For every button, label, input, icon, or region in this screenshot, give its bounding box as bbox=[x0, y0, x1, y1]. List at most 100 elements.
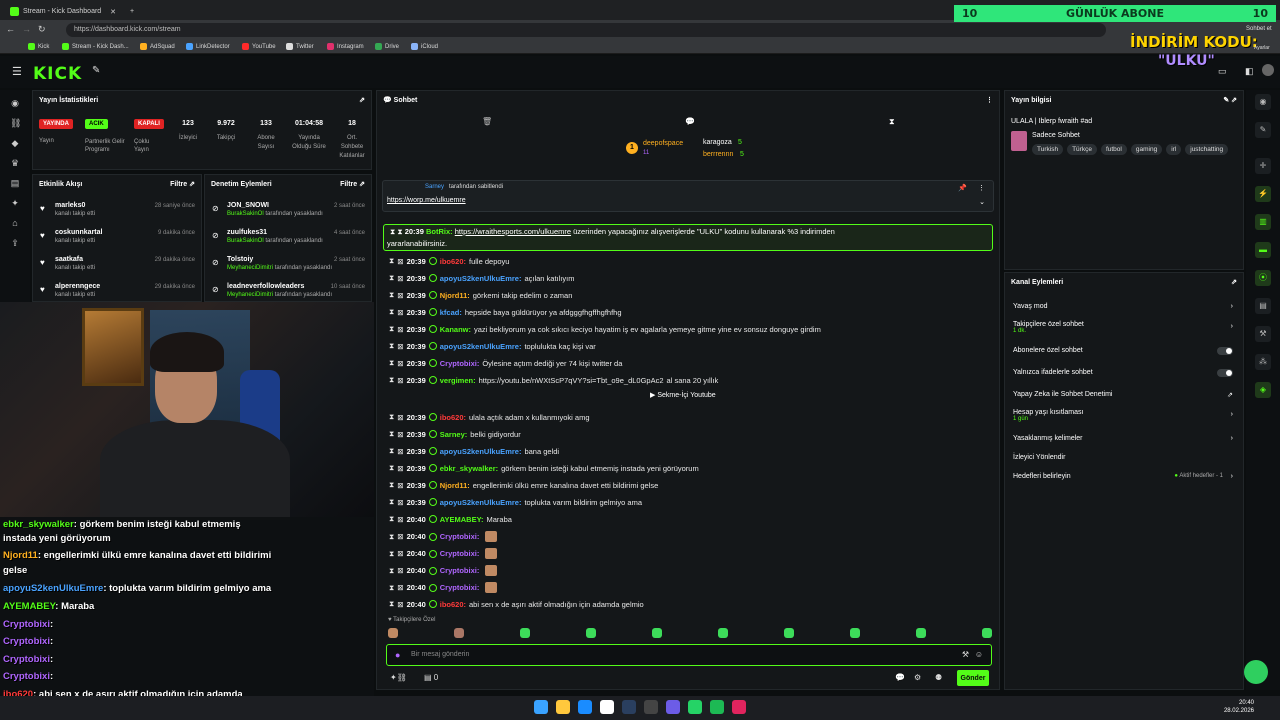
pin-icon[interactable]: ✎ bbox=[92, 65, 100, 76]
msg-user[interactable]: Cryptobixi: bbox=[440, 532, 480, 541]
chrome-icon[interactable] bbox=[600, 700, 614, 714]
send-button[interactable]: Gönder bbox=[957, 670, 989, 686]
link-icon[interactable]: ⛓ bbox=[10, 118, 21, 128]
folder-icon[interactable] bbox=[556, 700, 570, 714]
delete-icon[interactable]: ⊠ bbox=[397, 274, 403, 283]
delete-icon[interactable]: ⊠ bbox=[397, 600, 403, 609]
edge-icon[interactable] bbox=[578, 700, 592, 714]
commands-icon[interactable]: ⚒ bbox=[962, 650, 969, 659]
chat-shortcut-label[interactable]: Sohbet et bbox=[1246, 26, 1272, 32]
bookmark-icloud[interactable]: iCloud bbox=[411, 43, 438, 50]
emote-icon[interactable] bbox=[784, 628, 794, 638]
timeout-icon[interactable]: ⧗ bbox=[389, 566, 394, 576]
upload-icon[interactable]: ⇪ bbox=[10, 238, 20, 248]
timeout-icon[interactable]: ⧗ bbox=[389, 514, 394, 524]
broadcast-icon[interactable]: ⦿ bbox=[1255, 270, 1271, 286]
msg-user[interactable]: Kananw: bbox=[440, 325, 471, 334]
delete-icon[interactable]: ⊠ bbox=[397, 447, 403, 456]
edit-icon[interactable]: ✎ ⇗ bbox=[1223, 96, 1237, 104]
bookmark-dashboard[interactable]: Stream - Kick Dash... bbox=[62, 43, 129, 50]
slow-mode-row[interactable]: Yavaş mod › bbox=[1013, 303, 1237, 310]
delete-icon[interactable]: ⊠ bbox=[397, 566, 403, 575]
popout-icon[interactable]: ⇗ bbox=[359, 96, 365, 104]
layout-icon[interactable]: ▤ bbox=[1255, 298, 1271, 314]
mic-icon[interactable]: ● bbox=[395, 650, 400, 660]
msg-user[interactable]: Cryptobixi: bbox=[440, 359, 480, 368]
back-icon[interactable]: ← bbox=[6, 24, 15, 34]
trash-icon[interactable]: 🗑 bbox=[482, 117, 492, 126]
close-tab-icon[interactable]: ✕ bbox=[110, 8, 116, 16]
trophy-icon[interactable]: ♛ bbox=[10, 158, 20, 168]
timeout-icon[interactable]: ⧗ bbox=[389, 273, 394, 283]
delete-icon[interactable]: ⊠ bbox=[397, 376, 403, 385]
emoji-icon[interactable]: ☺ bbox=[975, 650, 983, 659]
bookmark-twitter[interactable]: Twitter bbox=[286, 43, 314, 50]
pinned-link[interactable]: https://worp.me/ulkuemre bbox=[387, 197, 466, 204]
game-icon[interactable]: ◈ bbox=[1255, 382, 1271, 398]
msg-user[interactable]: BotRix: bbox=[426, 227, 453, 236]
monitor-icon[interactable]: ▭ bbox=[1218, 66, 1227, 77]
stream-icon[interactable]: ◉ bbox=[10, 98, 20, 108]
timeout-icon[interactable]: ⧗ bbox=[389, 256, 394, 266]
delete-icon[interactable]: ⊠ bbox=[397, 308, 403, 317]
account-age-row[interactable]: Hesap yaşı kısıtlaması 1 gün › bbox=[1013, 409, 1237, 422]
emote-icon[interactable] bbox=[982, 628, 992, 638]
timeout-icon[interactable]: ⧗ bbox=[389, 412, 394, 422]
shield-icon[interactable]: ◆ bbox=[10, 138, 20, 148]
assistant-button[interactable] bbox=[1244, 660, 1268, 684]
bookmark-kick[interactable]: Kick bbox=[28, 43, 49, 50]
msg-user[interactable]: Sarney: bbox=[440, 430, 468, 439]
notification-icon[interactable]: ◧ bbox=[1245, 66, 1254, 77]
banned-user[interactable]: Tolstoiy bbox=[227, 256, 253, 263]
banned-words-row[interactable]: Yasaklanmış kelimeler › bbox=[1013, 435, 1237, 442]
raid-row[interactable]: İzleyici Yönlendir bbox=[1013, 454, 1237, 461]
hourglass-icon[interactable]: ⧗ bbox=[889, 117, 895, 127]
event-user[interactable]: marleks0 bbox=[55, 202, 85, 209]
vpn-icon[interactable] bbox=[666, 700, 680, 714]
msg-user[interactable]: Cryptobixi: bbox=[440, 549, 480, 558]
link-icon[interactable]: ✦⛓ bbox=[390, 673, 407, 682]
msg-user[interactable]: vergimen: bbox=[440, 376, 476, 385]
bank-icon[interactable]: ⌂ bbox=[10, 218, 20, 228]
sub-only-toggle[interactable] bbox=[1217, 347, 1233, 355]
start-icon[interactable] bbox=[534, 700, 548, 714]
category-thumbnail[interactable] bbox=[1011, 131, 1027, 151]
msg-user[interactable]: ibo620: bbox=[440, 257, 466, 266]
follower-only-row[interactable]: Takipçilere özel sohbet 1 dk. › bbox=[1013, 321, 1237, 334]
bookmark-youtube[interactable]: YouTube bbox=[242, 43, 276, 50]
timeout-icon[interactable]: ⧗ bbox=[389, 532, 394, 542]
delete-icon[interactable]: ⊠ bbox=[397, 549, 403, 558]
popout-icon[interactable]: ⇗ bbox=[1231, 278, 1237, 286]
tag[interactable]: futbol bbox=[1100, 144, 1127, 155]
timeout-icon[interactable]: ⧗ bbox=[389, 290, 394, 300]
msg-user[interactable]: Njord11: bbox=[440, 481, 470, 490]
timeout-icon[interactable]: ⧗ bbox=[389, 307, 394, 317]
bookmark-drive[interactable]: Drive bbox=[375, 43, 399, 50]
msg-user[interactable]: apoyuS2kenUlkuEmre: bbox=[440, 274, 522, 283]
msg-user[interactable]: ibo620: bbox=[440, 413, 466, 422]
timeout-icon[interactable]: ⧗ bbox=[389, 549, 394, 559]
bookmark-adsquad[interactable]: AdSquad bbox=[140, 43, 175, 50]
timeout-icon[interactable]: ⧗ bbox=[389, 375, 394, 385]
forward-icon[interactable]: → bbox=[22, 24, 31, 34]
timeout-icon[interactable]: ⧗ bbox=[389, 341, 394, 351]
tag[interactable]: Turkish bbox=[1032, 144, 1064, 155]
timeout-icon[interactable]: ⧗ bbox=[389, 463, 394, 473]
emote-icon[interactable] bbox=[388, 628, 398, 638]
emote-icon[interactable] bbox=[916, 628, 926, 638]
timeout-icon[interactable]: ⧗ bbox=[389, 358, 394, 368]
nodes-icon[interactable]: ⁂ bbox=[1255, 354, 1271, 370]
reload-icon[interactable]: ↻ bbox=[38, 24, 46, 35]
steam-icon[interactable] bbox=[622, 700, 636, 714]
filter-button[interactable]: Filtre ⇗ bbox=[340, 180, 365, 188]
delete-icon[interactable]: ⊠ bbox=[397, 481, 403, 490]
ai-moderation-row[interactable]: Yapay Zeka ile Sohbet Denetimi ⇗ bbox=[1013, 391, 1237, 399]
user-settings-icon[interactable]: ⚉ bbox=[935, 673, 942, 682]
pencil-icon[interactable]: ✎ bbox=[1255, 122, 1271, 138]
delete-icon[interactable]: ⊠ bbox=[397, 430, 403, 439]
stream-category[interactable]: Sadece Sohbet bbox=[1032, 132, 1080, 139]
top-gifter-name[interactable]: berrrennn bbox=[703, 151, 733, 158]
top-gifter-name[interactable]: karagoza bbox=[703, 139, 732, 146]
delete-icon[interactable]: ⊠ bbox=[397, 515, 403, 524]
whatsapp-icon[interactable] bbox=[688, 700, 702, 714]
